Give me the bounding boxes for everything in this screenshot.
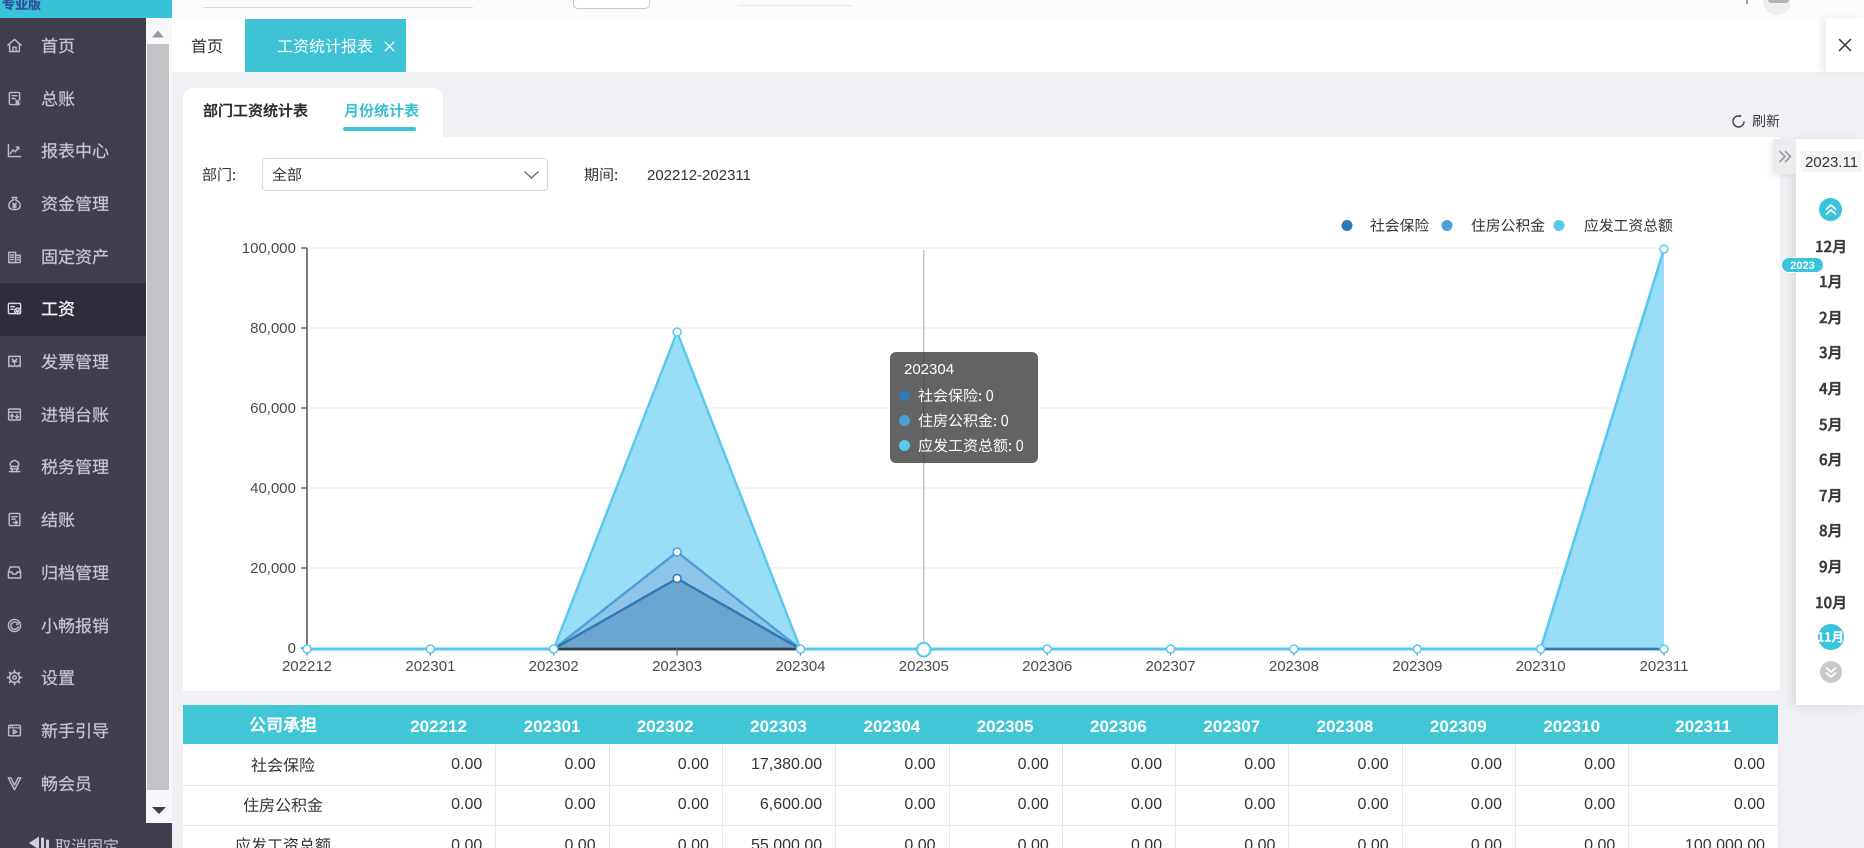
svg-text:202302: 202302: [529, 658, 579, 675]
svg-text:202303: 202303: [652, 658, 702, 675]
svg-text:202305: 202305: [899, 658, 949, 675]
svg-text:40,000: 40,000: [250, 480, 296, 497]
svg-text:202310: 202310: [1516, 658, 1566, 675]
svg-text:202307: 202307: [1145, 658, 1195, 675]
svg-text:202301: 202301: [405, 658, 455, 675]
svg-text:202308: 202308: [1269, 658, 1319, 675]
svg-text:202304: 202304: [775, 658, 825, 675]
svg-text:202212: 202212: [282, 658, 332, 675]
svg-text:80,000: 80,000: [250, 320, 296, 337]
svg-text:20,000: 20,000: [250, 560, 296, 577]
svg-text:202311: 202311: [1640, 658, 1689, 675]
svg-text:100,000: 100,000: [242, 240, 296, 257]
svg-text:60,000: 60,000: [250, 400, 296, 417]
svg-text:0: 0: [288, 640, 296, 657]
svg-text:202306: 202306: [1022, 658, 1072, 675]
svg-text:202309: 202309: [1392, 658, 1442, 675]
